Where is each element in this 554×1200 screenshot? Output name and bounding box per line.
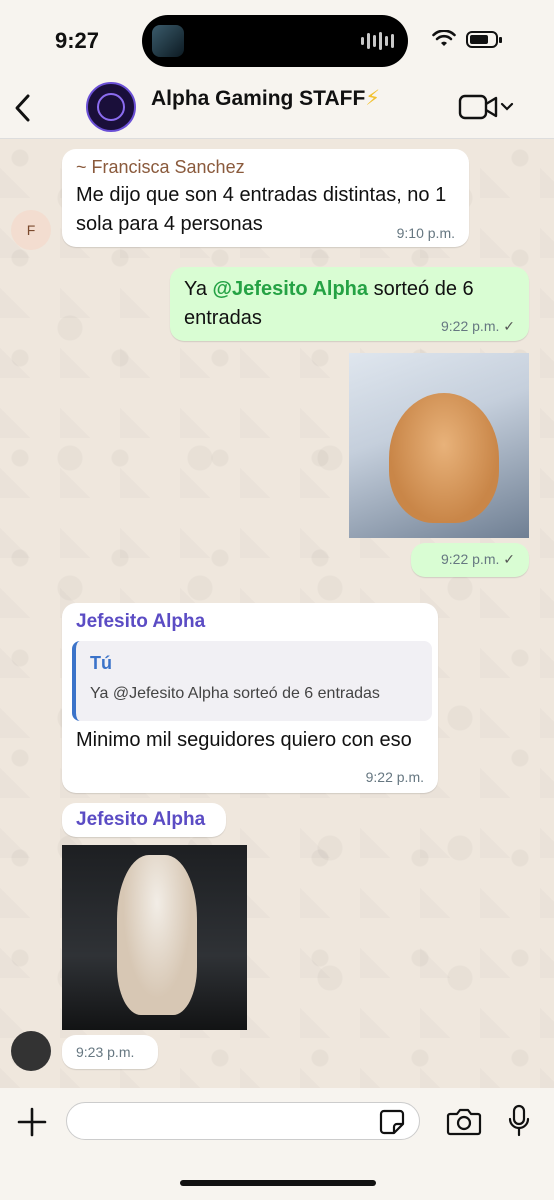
image-meta-bubble: 9:22 p.m. ✓ [411,543,529,577]
audio-wave-icon [361,32,394,50]
quote-text: Ya @Jefesito Alpha sorteó de 6 entradas [90,685,380,703]
mention-link[interactable]: @Jefesito Alpha [213,278,368,300]
sender-label-bubble: Jefesito Alpha [62,803,226,837]
group-avatar[interactable] [86,82,136,132]
battery-icon [466,31,502,48]
quote-text-part: Ya @ [90,685,130,702]
image-meta-bubble: 9:23 p.m. [62,1035,158,1069]
sticker-icon[interactable] [378,1108,406,1136]
message-meta: 9:22 p.m. ✓ [441,318,515,335]
sender-name[interactable]: Jefesito Alpha [76,611,205,633]
reply-message-bubble[interactable]: Jefesito Alpha Tú Ya @Jefesito Alpha sor… [62,603,438,793]
message-input[interactable] [66,1102,420,1140]
dynamic-island[interactable] [142,15,408,67]
home-indicator[interactable] [180,1180,376,1186]
composer-bar [0,1088,554,1200]
chat-header: Alpha Gaming STAFF⚡ [0,80,554,139]
sender-name[interactable]: Jefesito Alpha [76,809,205,831]
monkey-photo[interactable] [62,845,247,1030]
message-time: 9:22 p.m. [365,769,424,785]
sender-avatar[interactable] [11,1031,51,1071]
microphone-icon[interactable] [508,1104,530,1138]
plus-icon[interactable] [16,1106,48,1138]
dog-photo[interactable] [349,353,529,538]
message-time: 9:22 p.m. [441,318,500,334]
quote-author: Tú [90,653,112,673]
message-time: 9:10 p.m. [396,225,455,241]
message-time: 9:22 p.m. [441,551,500,567]
sender-avatar[interactable]: F [11,210,51,250]
group-title[interactable]: Alpha Gaming STAFF⚡ [151,86,380,111]
sent-check-icon: ✓ [503,551,515,567]
message-bubble-outgoing[interactable]: Ya @Jefesito Alpha sorteó de 6 entradas … [170,267,529,341]
monkey-figure [117,855,197,1015]
quote-text-part: sorteó de 6 entradas [228,685,380,702]
back-icon[interactable] [10,90,34,126]
bolt-emoji: ⚡ [365,87,381,110]
message-time: 9:23 p.m. [76,1044,135,1060]
status-time: 9:27 [55,28,100,53]
message-text: Minimo mil seguidores quiero con eso [76,729,412,751]
camera-icon[interactable] [446,1106,482,1136]
status-bar: 9:27 [0,0,554,80]
message-bubble-incoming[interactable]: ~ Francisca Sanchez Me dijo que son 4 en… [62,149,469,247]
message-text-part: Ya [184,278,213,300]
now-playing-thumbnail [152,25,184,57]
message-meta: 9:22 p.m. ✓ [441,551,515,568]
sender-name[interactable]: ~ Francisca Sanchez [76,157,245,178]
quote-mention: Jefesito Alpha [129,685,229,702]
group-title-text: Alpha Gaming STAFF [151,87,366,110]
wifi-icon [432,30,456,46]
video-call-icon[interactable] [458,92,516,122]
avatar-letter: F [26,222,36,238]
quoted-message[interactable]: Tú Ya @Jefesito Alpha sorteó de 6 entrad… [72,641,432,721]
dog-figure [389,393,499,523]
sent-check-icon: ✓ [503,318,515,334]
